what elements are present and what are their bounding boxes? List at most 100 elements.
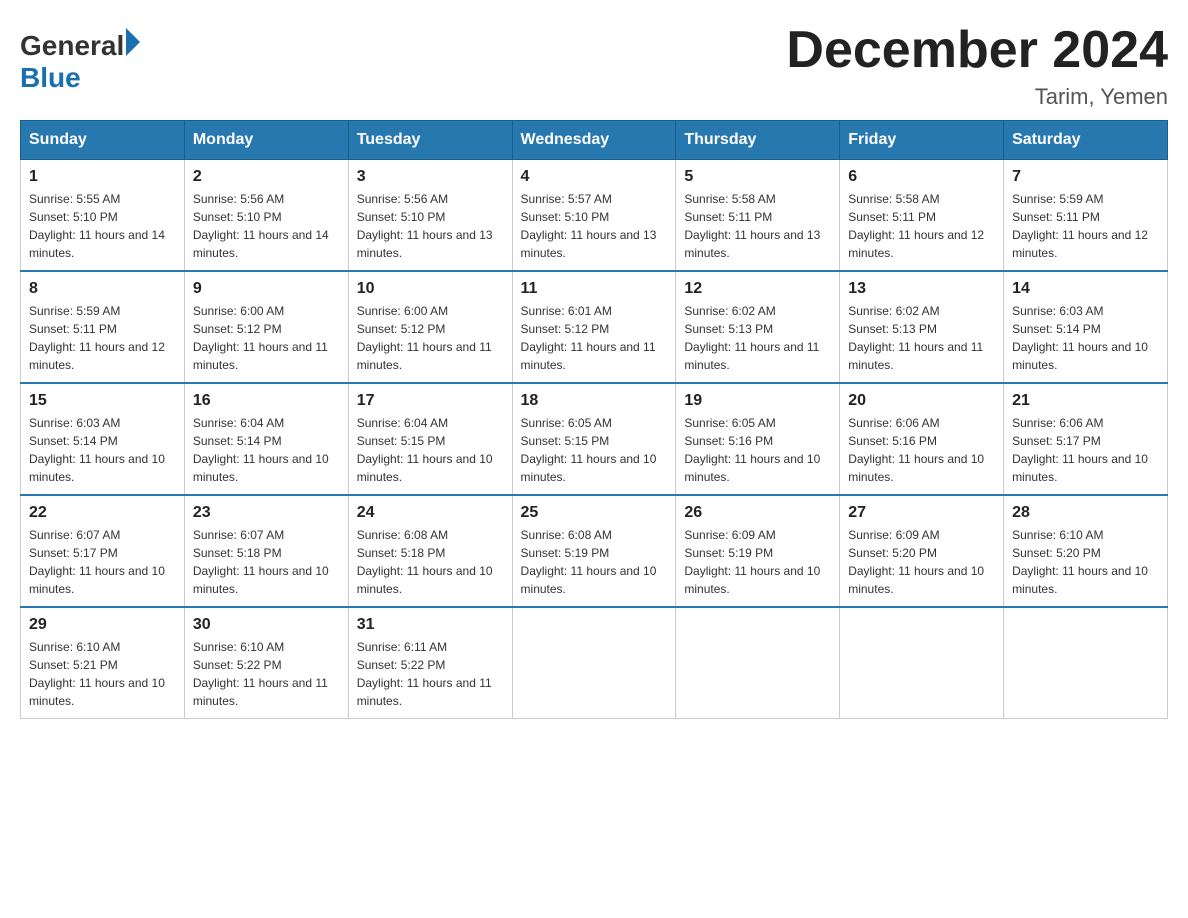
day-cell	[512, 607, 676, 719]
day-cell: 22Sunrise: 6:07 AMSunset: 5:17 PMDayligh…	[21, 495, 185, 607]
day-cell: 7 Sunrise: 5:59 AMSunset: 5:11 PMDaylight…	[1004, 160, 1168, 272]
day-info: Sunrise: 5:59 AMSunset: 5:11 PMDaylight:…	[1012, 190, 1159, 262]
day-cell: 11 Sunrise: 6:01 AMSunset: 5:12 PMDayligh…	[512, 271, 676, 383]
day-cell: 18 Sunrise: 6:05 AMSunset: 5:15 PMDayligh…	[512, 383, 676, 495]
header-cell-wednesday: Wednesday	[512, 121, 676, 160]
day-info: Sunrise: 6:01 AMSunset: 5:12 PMDaylight:…	[521, 302, 668, 374]
day-info: Sunrise: 6:02 AMSunset: 5:13 PMDaylight:…	[684, 302, 831, 374]
day-info: Sunrise: 5:58 AMSunset: 5:11 PMDaylight:…	[848, 190, 995, 262]
day-number: 7	[1012, 168, 1159, 186]
day-cell	[1004, 607, 1168, 719]
logo-arrow-icon	[126, 28, 140, 56]
day-cell: 30 Sunrise: 6:10 AMSunset: 5:22 PMDayligh…	[184, 607, 348, 719]
day-info: Sunrise: 6:03 AMSunset: 5:14 PMDaylight:…	[1012, 302, 1159, 374]
day-number: 30	[193, 616, 340, 634]
day-info: Sunrise: 6:08 AMSunset: 5:19 PMDaylight:…	[521, 526, 668, 598]
day-info: Sunrise: 6:05 AMSunset: 5:16 PMDaylight:…	[684, 414, 831, 486]
day-cell: 15 Sunrise: 6:03 AMSunset: 5:14 PMDayligh…	[21, 383, 185, 495]
day-info: Sunrise: 6:08 AMSunset: 5:18 PMDaylight:…	[357, 526, 504, 598]
logo-blue-text: Blue	[20, 62, 81, 94]
day-number: 8	[29, 280, 176, 298]
calendar-title: December 2024	[786, 20, 1168, 80]
day-cell: 6 Sunrise: 5:58 AMSunset: 5:11 PMDaylight…	[840, 160, 1004, 272]
week-row-2: 8 Sunrise: 5:59 AMSunset: 5:11 PMDaylight…	[21, 271, 1168, 383]
day-number: 11	[521, 280, 668, 298]
day-info: Sunrise: 6:03 AMSunset: 5:14 PMDaylight:…	[29, 414, 176, 486]
day-number: 20	[848, 392, 995, 410]
day-number: 13	[848, 280, 995, 298]
day-number: 14	[1012, 280, 1159, 298]
day-number: 6	[848, 168, 995, 186]
day-number: 2	[193, 168, 340, 186]
day-info: Sunrise: 6:10 AMSunset: 5:22 PMDaylight:…	[193, 638, 340, 710]
day-cell: 31Sunrise: 6:11 AMSunset: 5:22 PMDayligh…	[348, 607, 512, 719]
header-cell-monday: Monday	[184, 121, 348, 160]
header-cell-tuesday: Tuesday	[348, 121, 512, 160]
day-info: Sunrise: 6:04 AMSunset: 5:14 PMDaylight:…	[193, 414, 340, 486]
day-number: 26	[684, 504, 831, 522]
day-cell: 16 Sunrise: 6:04 AMSunset: 5:14 PMDayligh…	[184, 383, 348, 495]
day-info: Sunrise: 6:04 AMSunset: 5:15 PMDaylight:…	[357, 414, 504, 486]
day-number: 1	[29, 168, 176, 186]
header-row: SundayMondayTuesdayWednesdayThursdayFrid…	[21, 121, 1168, 160]
day-cell: 4Sunrise: 5:57 AMSunset: 5:10 PMDaylight…	[512, 160, 676, 272]
day-cell: 25 Sunrise: 6:08 AMSunset: 5:19 PMDayligh…	[512, 495, 676, 607]
day-number: 15	[29, 392, 176, 410]
week-row-3: 15 Sunrise: 6:03 AMSunset: 5:14 PMDayligh…	[21, 383, 1168, 495]
day-cell: 17 Sunrise: 6:04 AMSunset: 5:15 PMDayligh…	[348, 383, 512, 495]
day-cell: 14 Sunrise: 6:03 AMSunset: 5:14 PMDayligh…	[1004, 271, 1168, 383]
day-info: Sunrise: 5:56 AMSunset: 5:10 PMDaylight:…	[193, 190, 340, 262]
logo: General Blue	[20, 30, 140, 94]
day-number: 23	[193, 504, 340, 522]
day-number: 18	[521, 392, 668, 410]
day-cell: 3Sunrise: 5:56 AMSunset: 5:10 PMDaylight…	[348, 160, 512, 272]
day-cell: 8 Sunrise: 5:59 AMSunset: 5:11 PMDaylight…	[21, 271, 185, 383]
calendar-subtitle: Tarim, Yemen	[786, 84, 1168, 110]
day-info: Sunrise: 5:57 AMSunset: 5:10 PMDaylight:…	[521, 190, 668, 262]
week-row-4: 22Sunrise: 6:07 AMSunset: 5:17 PMDayligh…	[21, 495, 1168, 607]
logo-general-text: General	[20, 30, 124, 62]
calendar-table: SundayMondayTuesdayWednesdayThursdayFrid…	[20, 120, 1168, 719]
day-cell	[840, 607, 1004, 719]
week-row-5: 29 Sunrise: 6:10 AMSunset: 5:21 PMDayligh…	[21, 607, 1168, 719]
title-area: December 2024 Tarim, Yemen	[786, 20, 1168, 110]
day-cell: 21Sunrise: 6:06 AMSunset: 5:17 PMDayligh…	[1004, 383, 1168, 495]
day-info: Sunrise: 6:06 AMSunset: 5:16 PMDaylight:…	[848, 414, 995, 486]
day-number: 25	[521, 504, 668, 522]
day-number: 10	[357, 280, 504, 298]
header-cell-saturday: Saturday	[1004, 121, 1168, 160]
day-cell: 26 Sunrise: 6:09 AMSunset: 5:19 PMDayligh…	[676, 495, 840, 607]
day-info: Sunrise: 6:10 AMSunset: 5:21 PMDaylight:…	[29, 638, 176, 710]
day-number: 28	[1012, 504, 1159, 522]
day-cell	[676, 607, 840, 719]
day-cell: 29 Sunrise: 6:10 AMSunset: 5:21 PMDayligh…	[21, 607, 185, 719]
day-cell: 28 Sunrise: 6:10 AMSunset: 5:20 PMDayligh…	[1004, 495, 1168, 607]
day-cell: 23Sunrise: 6:07 AMSunset: 5:18 PMDayligh…	[184, 495, 348, 607]
header-cell-sunday: Sunday	[21, 121, 185, 160]
day-cell: 10Sunrise: 6:00 AMSunset: 5:12 PMDayligh…	[348, 271, 512, 383]
day-cell: 13 Sunrise: 6:02 AMSunset: 5:13 PMDayligh…	[840, 271, 1004, 383]
day-cell: 12Sunrise: 6:02 AMSunset: 5:13 PMDayligh…	[676, 271, 840, 383]
header-cell-thursday: Thursday	[676, 121, 840, 160]
day-number: 29	[29, 616, 176, 634]
day-info: Sunrise: 6:05 AMSunset: 5:15 PMDaylight:…	[521, 414, 668, 486]
day-number: 24	[357, 504, 504, 522]
day-number: 9	[193, 280, 340, 298]
day-number: 17	[357, 392, 504, 410]
day-info: Sunrise: 6:09 AMSunset: 5:20 PMDaylight:…	[848, 526, 995, 598]
day-number: 16	[193, 392, 340, 410]
day-cell: 19Sunrise: 6:05 AMSunset: 5:16 PMDayligh…	[676, 383, 840, 495]
day-cell: 9 Sunrise: 6:00 AMSunset: 5:12 PMDaylight…	[184, 271, 348, 383]
day-info: Sunrise: 5:56 AMSunset: 5:10 PMDaylight:…	[357, 190, 504, 262]
day-info: Sunrise: 6:00 AMSunset: 5:12 PMDaylight:…	[193, 302, 340, 374]
day-info: Sunrise: 6:09 AMSunset: 5:19 PMDaylight:…	[684, 526, 831, 598]
day-cell: 24 Sunrise: 6:08 AMSunset: 5:18 PMDayligh…	[348, 495, 512, 607]
day-info: Sunrise: 6:10 AMSunset: 5:20 PMDaylight:…	[1012, 526, 1159, 598]
header-cell-friday: Friday	[840, 121, 1004, 160]
day-number: 5	[684, 168, 831, 186]
day-info: Sunrise: 5:59 AMSunset: 5:11 PMDaylight:…	[29, 302, 176, 374]
day-info: Sunrise: 6:07 AMSunset: 5:17 PMDaylight:…	[29, 526, 176, 598]
day-info: Sunrise: 6:02 AMSunset: 5:13 PMDaylight:…	[848, 302, 995, 374]
page-header: General Blue December 2024 Tarim, Yemen	[20, 20, 1168, 110]
day-number: 31	[357, 616, 504, 634]
